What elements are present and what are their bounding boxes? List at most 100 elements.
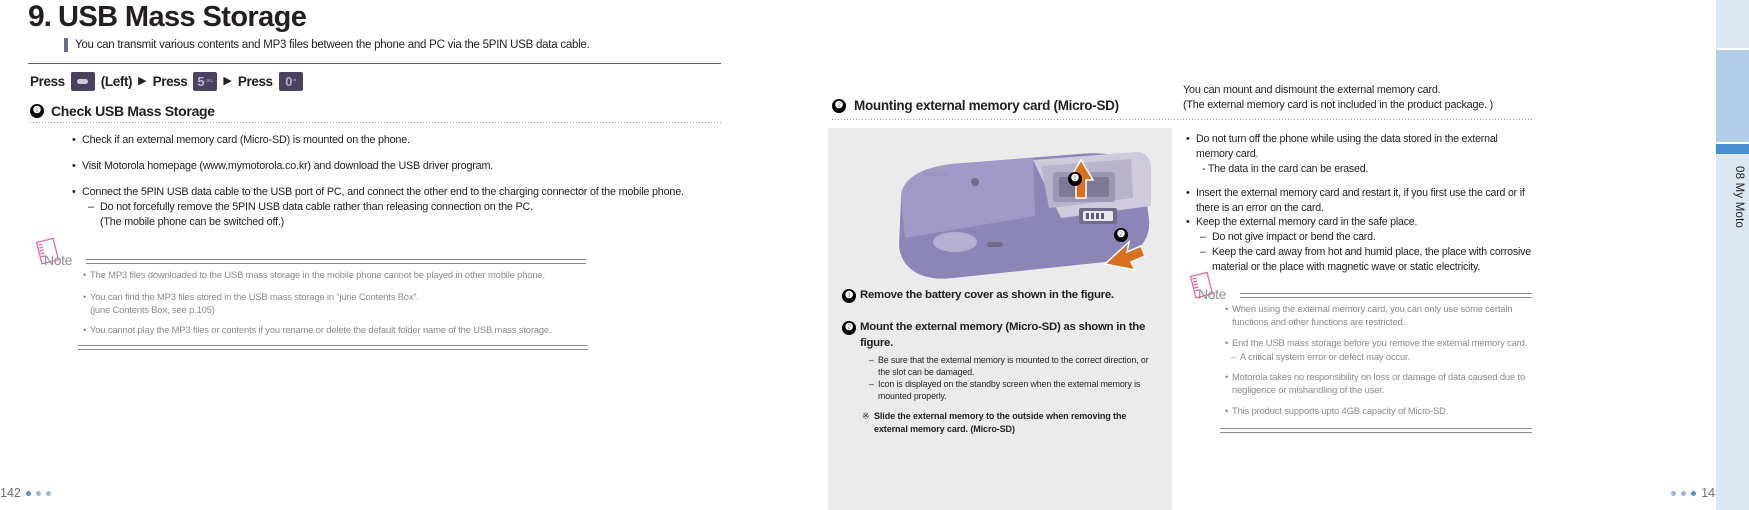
sub-list-item: – Keep the card away from hot and humid … xyxy=(1200,245,1537,275)
folio-dot-icon xyxy=(1691,490,1697,496)
dash-icon: – xyxy=(869,379,874,389)
note-sub-text: A critical system error or defect may oc… xyxy=(1240,351,1411,362)
note-list-item-text: The MP3 files downloaded to the USB mass… xyxy=(90,269,545,280)
bullet-dot-icon: • xyxy=(72,186,76,198)
list-item: • Keep the external memory card in the s… xyxy=(1186,215,1531,230)
section-2-title: Mounting external memory card (Micro-SD) xyxy=(854,98,1119,113)
step-1: ❶ Remove the battery cover as shown in t… xyxy=(842,288,1160,304)
chapter-number: 9. xyxy=(28,0,52,33)
key-0-digit: 0 xyxy=(285,74,293,89)
note-list-item-text: End the USB mass storage before you remo… xyxy=(1232,337,1528,348)
key-0-sublabel: ⌗ xyxy=(293,78,297,84)
page-number-left: 142 xyxy=(0,486,21,500)
dash-icon: – xyxy=(1231,351,1237,362)
sub-list-item: – Do not forcefully remove the 5PIN USB … xyxy=(88,200,720,215)
section-1-dotted-divider xyxy=(30,122,722,123)
note-list-item: • When using the external memory card, y… xyxy=(1225,302,1532,328)
section-2-intro: You can mount and dismount the external … xyxy=(1183,83,1493,113)
bullet-dot-icon: • xyxy=(72,160,76,172)
step-2: ❷ Mount the external memory (Micro-SD) a… xyxy=(842,320,1150,351)
note-sub-item: – A critical system error or defect may … xyxy=(1231,350,1532,363)
key-5-icon: 5 JKL xyxy=(193,72,218,91)
bullet-dot-icon: • xyxy=(1225,337,1229,348)
note-list-item: • End the USB mass storage before you re… xyxy=(1225,336,1532,349)
dash-icon: – xyxy=(1200,231,1206,243)
note-list-item: • This product supports upto 4GB capacit… xyxy=(1225,404,1532,417)
note-list-item: • You cannot play the MP3 files or conte… xyxy=(83,323,610,336)
dash-icon: – xyxy=(1200,246,1206,258)
bullet-dot-icon: • xyxy=(72,134,76,146)
sub-step-2-text: Icon is displayed on the standby screen … xyxy=(878,379,1141,401)
header-divider xyxy=(28,63,721,64)
note-list-item-text: When using the external memory card, you… xyxy=(1232,303,1513,327)
soft-key-dash-icon xyxy=(70,72,95,91)
folio-dot-icon xyxy=(1681,490,1687,496)
list-item-text: Check if an external memory card (Micro-… xyxy=(82,134,410,146)
list-item-text: Keep the external memory card in the saf… xyxy=(1196,216,1418,228)
list-item-text: Visit Motorola homepage (www.mymotorola.… xyxy=(82,160,494,172)
sub-list-item-text: Keep the card away from hot and humid pl… xyxy=(1212,246,1531,273)
list-item-text: Do not turn off the phone while using th… xyxy=(1196,133,1498,160)
note-list-item-text: You can find the MP3 files stored in the… xyxy=(90,291,419,302)
note-bottom-rule xyxy=(1220,428,1532,433)
left-page: 9. USB Mass Storage You can transmit var… xyxy=(0,0,800,510)
sub-list-item-text: Do not give impact or bend the card. xyxy=(1212,231,1376,243)
sub-list-item: - The data in the card can be erased. xyxy=(1202,163,1369,175)
note-rule xyxy=(86,259,586,264)
list-item: • Do not turn off the phone while using … xyxy=(1186,132,1536,162)
press-label-2: Press xyxy=(152,74,188,89)
page-title: USB Mass Storage xyxy=(58,1,307,33)
bullet-dot-icon: • xyxy=(1186,133,1190,145)
folio-dot-icon xyxy=(25,490,31,496)
key-5-digit: 5 xyxy=(197,74,205,89)
sub-list-item: – Do not give impact or bend the card. xyxy=(1200,230,1532,245)
figure-callout-2: ❷ xyxy=(1114,228,1128,242)
note-list-item: • Motorola takes no responsibility on lo… xyxy=(1225,370,1532,396)
note-list-item-text: You cannot play the MP3 files or content… xyxy=(90,324,552,335)
list-item: • Visit Motorola homepage (www.mymotorol… xyxy=(72,159,722,174)
bullet-dot-icon: • xyxy=(1186,216,1190,228)
folio-dot-icon xyxy=(35,490,41,496)
chapter-heading: 9. USB Mass Storage xyxy=(28,0,307,34)
bullet-dot-icon: • xyxy=(83,269,87,280)
bullet-dot-icon: • xyxy=(1186,187,1190,199)
folio-left: 142 xyxy=(0,486,51,500)
list-item: • Insert the external memory card and re… xyxy=(1186,186,1531,216)
caution-note-text: Slide the external memory to the outside… xyxy=(874,411,1127,434)
manual-spread: 9. USB Mass Storage You can transmit var… xyxy=(0,0,1749,510)
note-list-item: • You can find the MP3 files stored in t… xyxy=(83,290,610,303)
arrow-right-icon-2: ▶ xyxy=(223,75,232,87)
sub-list-item-text: (The mobile phone can be switched off.) xyxy=(100,216,285,228)
bullet-dot-icon: • xyxy=(83,324,87,335)
arrow-right-icon-1: ▶ xyxy=(138,75,147,87)
sub-step-1: – Be sure that the external memory is mo… xyxy=(869,354,1160,378)
tab-segment-top xyxy=(1716,0,1749,48)
note-rule xyxy=(1240,293,1532,298)
phone-back-cover-diagram xyxy=(899,151,1151,279)
left-soft-key-label: (Left) xyxy=(100,74,133,89)
key-5-sublabel: JKL xyxy=(205,78,214,84)
reference-mark-icon: ※ xyxy=(862,411,870,421)
note-label: Note xyxy=(44,252,72,268)
folio-right: 143 xyxy=(1671,486,1722,500)
key-0-icon: 0 ⌗ xyxy=(278,72,303,91)
press-label-1: Press xyxy=(30,74,65,89)
intro-line-1: You can mount and dismount the external … xyxy=(1183,84,1441,96)
list-item: • Connect the 5PIN USB data cable to the… xyxy=(72,185,732,200)
sub-list-item: (The mobile phone can be switched off.) xyxy=(100,215,720,230)
intro-line-2: (The external memory card is not include… xyxy=(1183,99,1494,111)
list-item: • Check if an external memory card (Micr… xyxy=(72,133,722,148)
section-1-badge: ❶ xyxy=(30,104,44,118)
note-sub-text: (june Contents Box, see p.105) xyxy=(90,304,215,315)
side-tab-label: 08 My Moto xyxy=(1733,166,1745,229)
section-2-heading: ❷ Mounting external memory card (Micro-S… xyxy=(832,98,1119,113)
bullet-dot-icon: • xyxy=(1225,303,1229,314)
step-1-badge: ❶ xyxy=(842,289,856,303)
section-1-title: Check USB Mass Storage xyxy=(51,103,215,119)
right-page: ❷ Mounting external memory card (Micro-S… xyxy=(800,0,1749,510)
note-list-item-text: Motorola takes no responsibility on loss… xyxy=(1232,371,1526,395)
press-label-3: Press xyxy=(237,74,273,89)
list-item-text: Insert the external memory card and rest… xyxy=(1196,187,1525,214)
press-sequence: Press (Left) ▶ Press 5 JKL ▶ Press 0 ⌗ xyxy=(30,72,303,91)
sub-list-item-text: Do not forcefully remove the 5PIN USB da… xyxy=(100,201,533,213)
